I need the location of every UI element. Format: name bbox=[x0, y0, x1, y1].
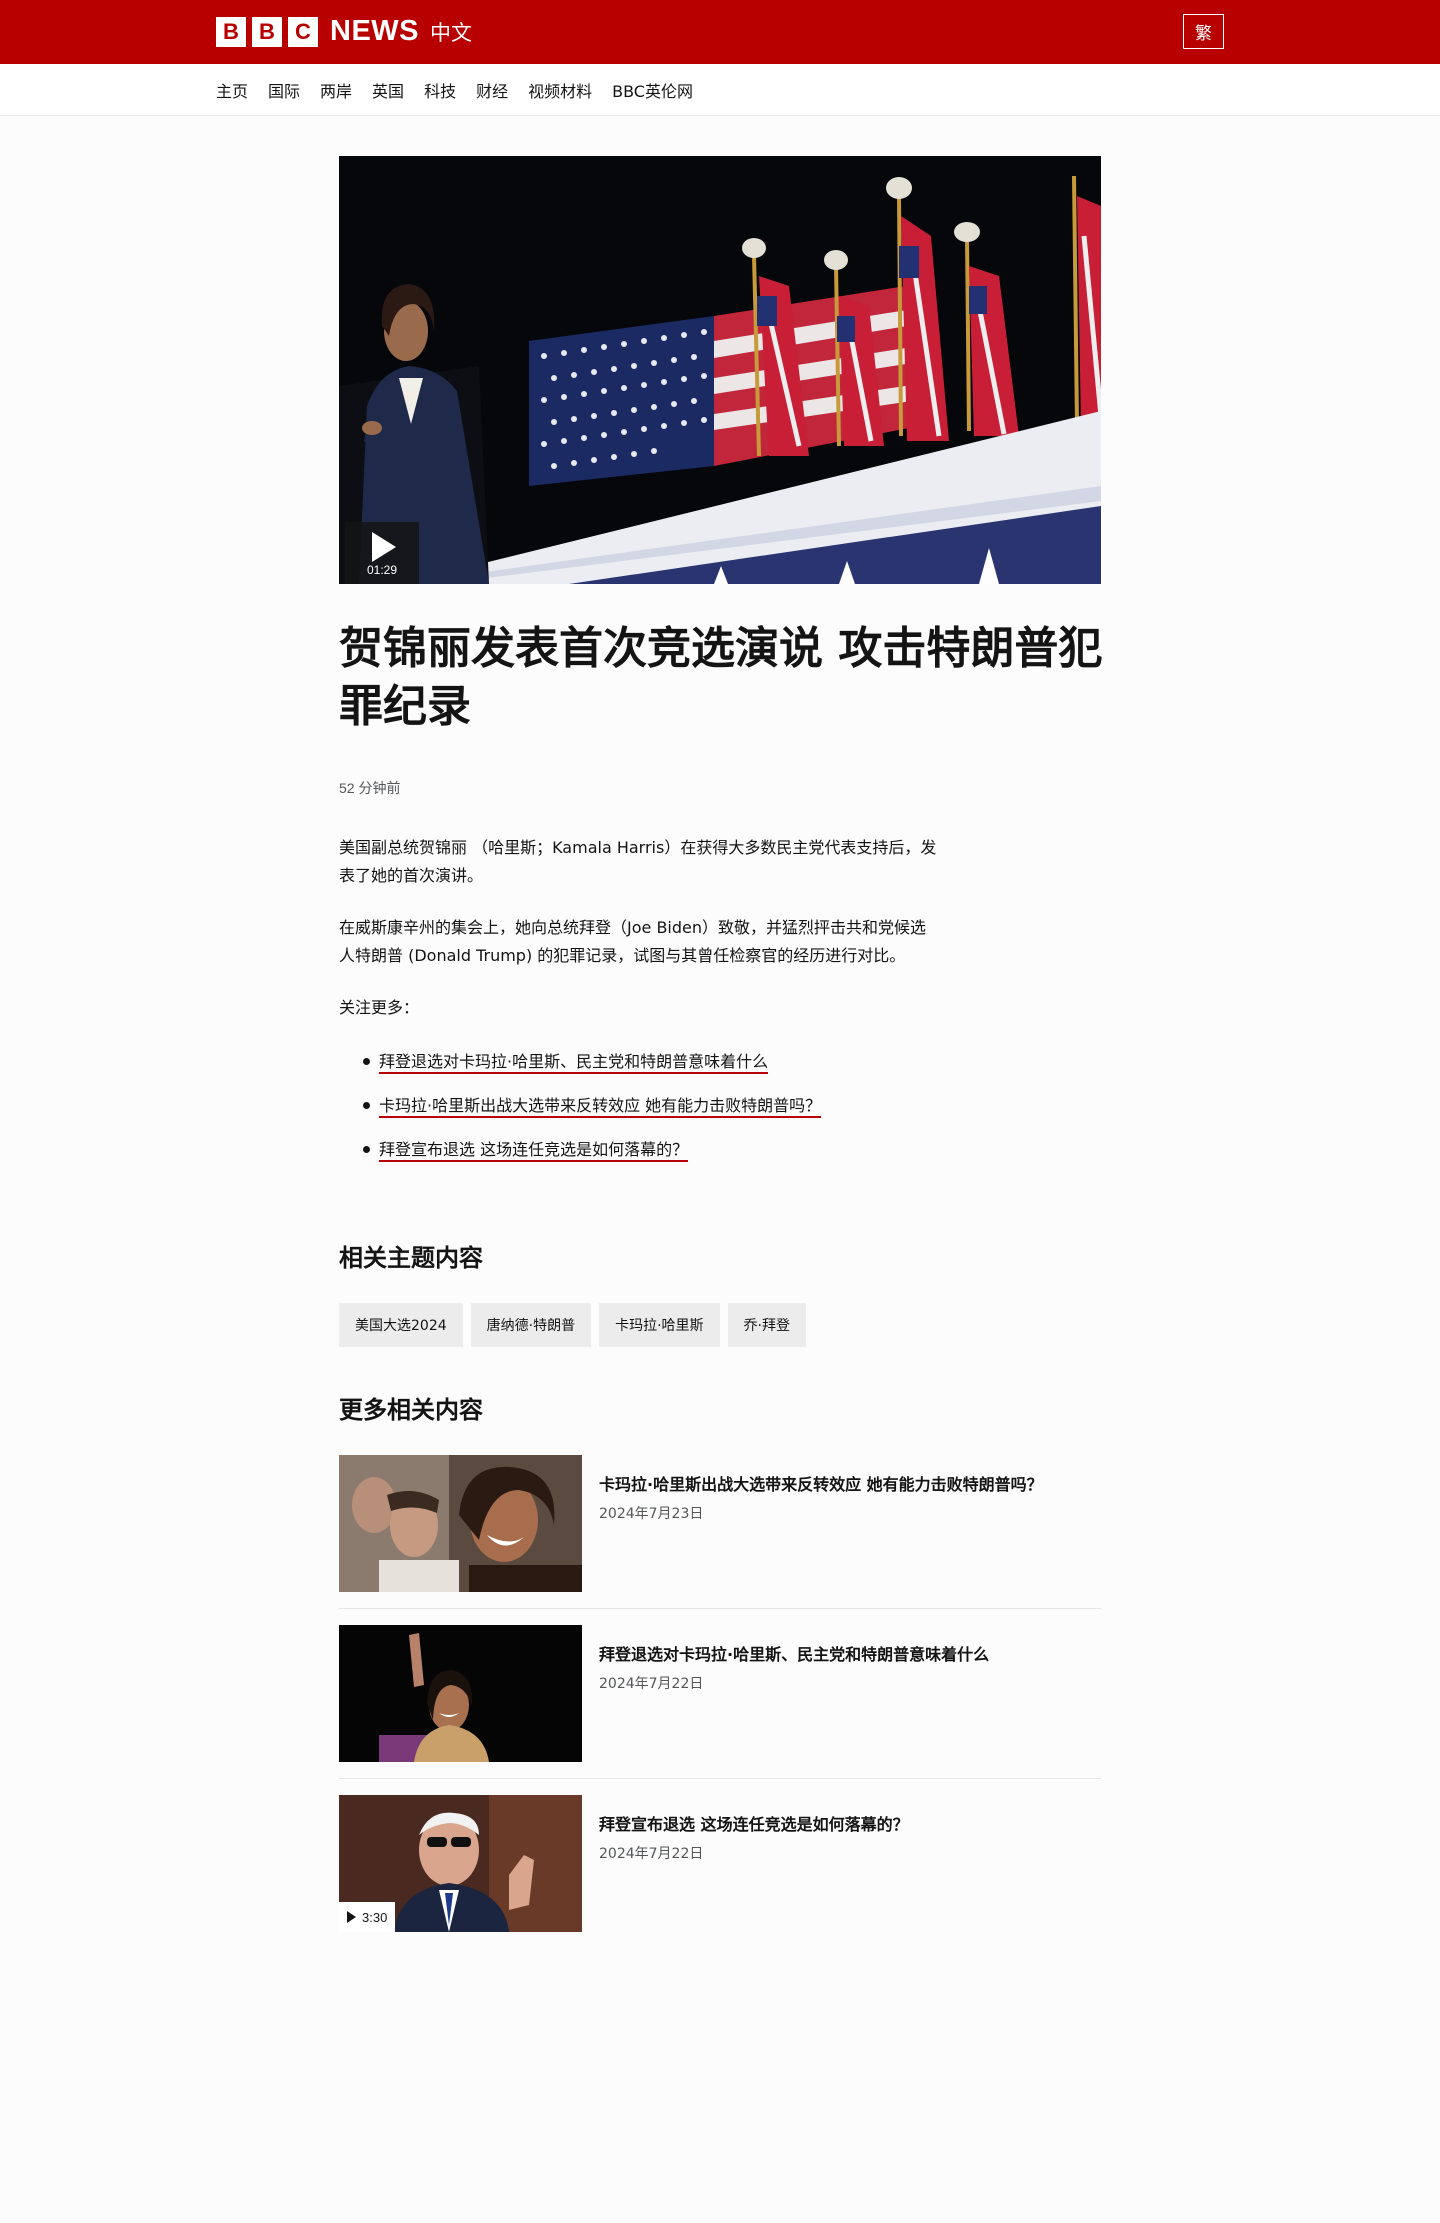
nav-item-uk[interactable]: 英国 bbox=[372, 82, 404, 101]
divider bbox=[339, 1778, 1101, 1779]
traditional-chinese-toggle[interactable]: 繁 bbox=[1183, 14, 1224, 49]
nav-list: 主页 国际 两岸 英国 科技 财经 视频材料 BBC英伦网 bbox=[216, 64, 693, 116]
nav-item-tech[interactable]: 科技 bbox=[424, 82, 456, 101]
nav-item-video[interactable]: 视频材料 bbox=[528, 82, 592, 101]
card-thumbnail: 3:30 bbox=[339, 1795, 582, 1932]
related-topics-title: 相关主题内容 bbox=[339, 1244, 483, 1272]
article-paragraph: 美国副总统贺锦丽 （哈里斯；Kamala Harris）在获得大多数民主党代表支… bbox=[339, 838, 937, 885]
topic-tag[interactable]: 美国大选2024 bbox=[339, 1303, 463, 1347]
logo-block: C bbox=[288, 16, 318, 47]
masthead: B B C NEWS 中文 繁 bbox=[0, 0, 1440, 64]
card-title[interactable]: 卡玛拉·哈里斯出战大选带来反转效应 她有能力击败特朗普吗？ bbox=[599, 1471, 1043, 1495]
card-title[interactable]: 拜登退选对卡玛拉·哈里斯、民主党和特朗普意味着什么 bbox=[599, 1641, 989, 1665]
list-item: 卡玛拉·哈里斯出战大选带来反转效应 她有能力击败特朗普吗？ bbox=[363, 1088, 822, 1132]
logo-news-text: NEWS bbox=[330, 15, 419, 47]
card-thumbnail bbox=[339, 1455, 582, 1592]
nav-item-cross-strait[interactable]: 两岸 bbox=[320, 82, 352, 101]
logo-block: B bbox=[216, 16, 246, 47]
nav-item-home[interactable]: 主页 bbox=[216, 82, 248, 101]
nav-item-business[interactable]: 财经 bbox=[476, 82, 508, 101]
more-related-title: 更多相关内容 bbox=[339, 1396, 483, 1424]
card-date: 2024年7月22日 bbox=[599, 1676, 704, 1692]
topic-tags: 美国大选2024 唐纳德·特朗普 卡玛拉·哈里斯 乔·拜登 bbox=[339, 1303, 806, 1347]
main-nav: 主页 国际 两岸 英国 科技 财经 视频材料 BBC英伦网 bbox=[0, 64, 1440, 116]
topic-tag[interactable]: 乔·拜登 bbox=[727, 1303, 806, 1347]
follow-link[interactable]: 拜登退选对卡玛拉·哈里斯、民主党和特朗普意味着什么 bbox=[379, 1052, 769, 1074]
related-card[interactable]: 拜登退选对卡玛拉·哈里斯、民主党和特朗普意味着什么 2024年7月22日 bbox=[339, 1625, 1101, 1779]
divider bbox=[339, 1608, 1101, 1609]
card-title[interactable]: 拜登宣布退选 这场连任竞选是如何落幕的？ bbox=[599, 1811, 909, 1835]
play-icon bbox=[372, 532, 396, 562]
topic-tag[interactable]: 卡玛拉·哈里斯 bbox=[599, 1303, 720, 1347]
article-paragraph: 在威斯康辛州的集会上，她向总统拜登（Joe Biden）致敬，并猛烈抨击共和党候… bbox=[339, 918, 927, 965]
play-icon bbox=[347, 1911, 356, 1923]
hero-image bbox=[339, 156, 1101, 584]
bbc-blocks: B B C bbox=[216, 16, 318, 47]
list-item: 拜登宣布退选 这场连任竞选是如何落幕的？ bbox=[363, 1132, 821, 1176]
follow-more-label: 关注更多： bbox=[339, 998, 420, 1017]
list-item: 拜登退选对卡玛拉·哈里斯、民主党和特朗普意味着什么 bbox=[363, 1044, 821, 1088]
bbc-news-logo[interactable]: B B C NEWS 中文 bbox=[216, 15, 472, 47]
card-date: 2024年7月22日 bbox=[599, 1846, 704, 1862]
video-duration-badge: 3:30 bbox=[339, 1902, 396, 1932]
related-card[interactable]: 3:30 拜登宣布退选 这场连任竞选是如何落幕的？ 2024年7月22日 bbox=[339, 1795, 1101, 1933]
nav-item-world[interactable]: 国际 bbox=[268, 82, 300, 101]
related-card[interactable]: 卡玛拉·哈里斯出战大选带来反转效应 她有能力击败特朗普吗？ 2024年7月23日 bbox=[339, 1455, 1101, 1609]
topic-tag[interactable]: 唐纳德·特朗普 bbox=[470, 1303, 592, 1347]
card-thumbnail bbox=[339, 1625, 582, 1762]
follow-link[interactable]: 拜登宣布退选 这场连任竞选是如何落幕的？ bbox=[379, 1140, 689, 1162]
follow-more-links: 拜登退选对卡玛拉·哈里斯、民主党和特朗普意味着什么 卡玛拉·哈里斯出战大选带来反… bbox=[363, 1044, 822, 1176]
follow-link[interactable]: 卡玛拉·哈里斯出战大选带来反转效应 她有能力击败特朗普吗？ bbox=[379, 1096, 822, 1118]
logo-block: B bbox=[252, 16, 282, 47]
logo-language-text: 中文 bbox=[430, 20, 472, 45]
article-timestamp: 52 分钟前 bbox=[339, 780, 401, 796]
hero-video-player[interactable]: 01:29 bbox=[339, 156, 1101, 584]
play-button[interactable]: 01:29 bbox=[345, 522, 419, 584]
video-duration: 01:29 bbox=[366, 563, 398, 577]
nav-item-bbc-english[interactable]: BBC英伦网 bbox=[612, 82, 693, 101]
article-headline: 贺锦丽发表首次竞选演说 攻击特朗普犯罪纪录 bbox=[339, 623, 1103, 732]
card-date: 2024年7月23日 bbox=[599, 1506, 704, 1522]
video-duration: 3:30 bbox=[362, 1909, 388, 1925]
